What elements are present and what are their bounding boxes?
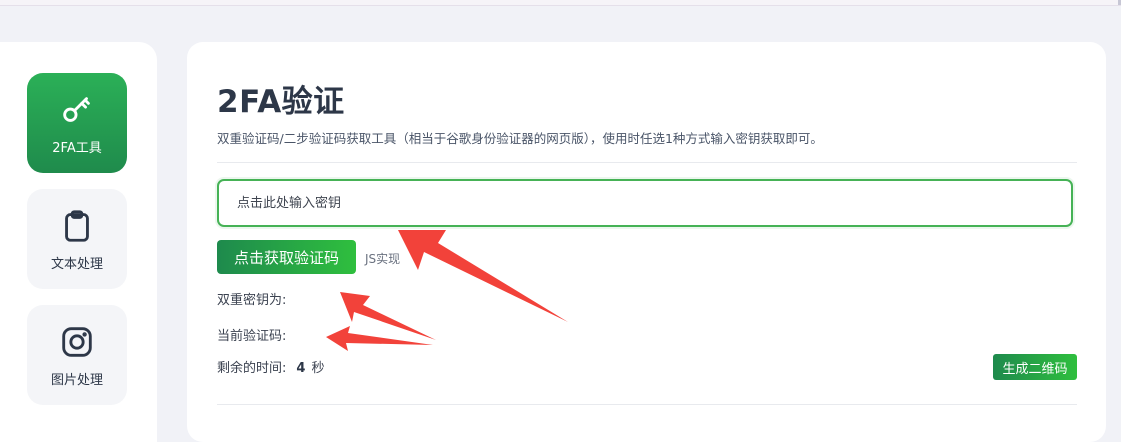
sidebar-item-image-processing[interactable]: 图片处理 bbox=[27, 305, 127, 405]
remaining-unit: 秒 bbox=[311, 361, 325, 376]
sidebar-item-2fa-tool[interactable]: 2FA工具 bbox=[27, 73, 127, 173]
sidebar-item-label: 图片处理 bbox=[50, 372, 103, 388]
remaining-value: 4 bbox=[296, 361, 306, 376]
secret-key-input[interactable] bbox=[217, 179, 1073, 227]
js-note: JS实现 bbox=[365, 252, 401, 266]
page-description: 双重验证码/二步验证码获取工具（相当于谷歌身份验证器的网页版），使用时任选1种方… bbox=[217, 131, 823, 146]
clipboard-icon bbox=[65, 209, 89, 242]
sidebar: 2FA工具 文本处理 图片处理 bbox=[0, 42, 157, 442]
get-code-button[interactable]: 点击获取验证码 bbox=[217, 240, 356, 274]
instagram-icon bbox=[62, 326, 92, 357]
remaining-time: 剩余的时间: 4 秒 bbox=[217, 357, 324, 376]
secret-label: 双重密钥为: bbox=[217, 293, 287, 308]
divider bbox=[217, 404, 1077, 405]
page-title: 2FA验证 bbox=[217, 84, 345, 120]
top-border bbox=[0, 0, 1121, 6]
main-card: 2FA验证 双重验证码/二步验证码获取工具（相当于谷歌身份验证器的网页版），使用… bbox=[187, 42, 1106, 442]
remaining-label: 剩余的时间: bbox=[217, 361, 287, 376]
sidebar-item-label: 2FA工具 bbox=[52, 140, 102, 156]
divider bbox=[217, 162, 1077, 163]
sidebar-item-label: 文本处理 bbox=[50, 256, 103, 272]
code-label: 当前验证码: bbox=[217, 329, 287, 344]
sidebar-item-text-processing[interactable]: 文本处理 bbox=[27, 189, 127, 289]
generate-qr-button[interactable]: 生成二维码 bbox=[993, 354, 1077, 380]
key-icon bbox=[63, 96, 90, 122]
